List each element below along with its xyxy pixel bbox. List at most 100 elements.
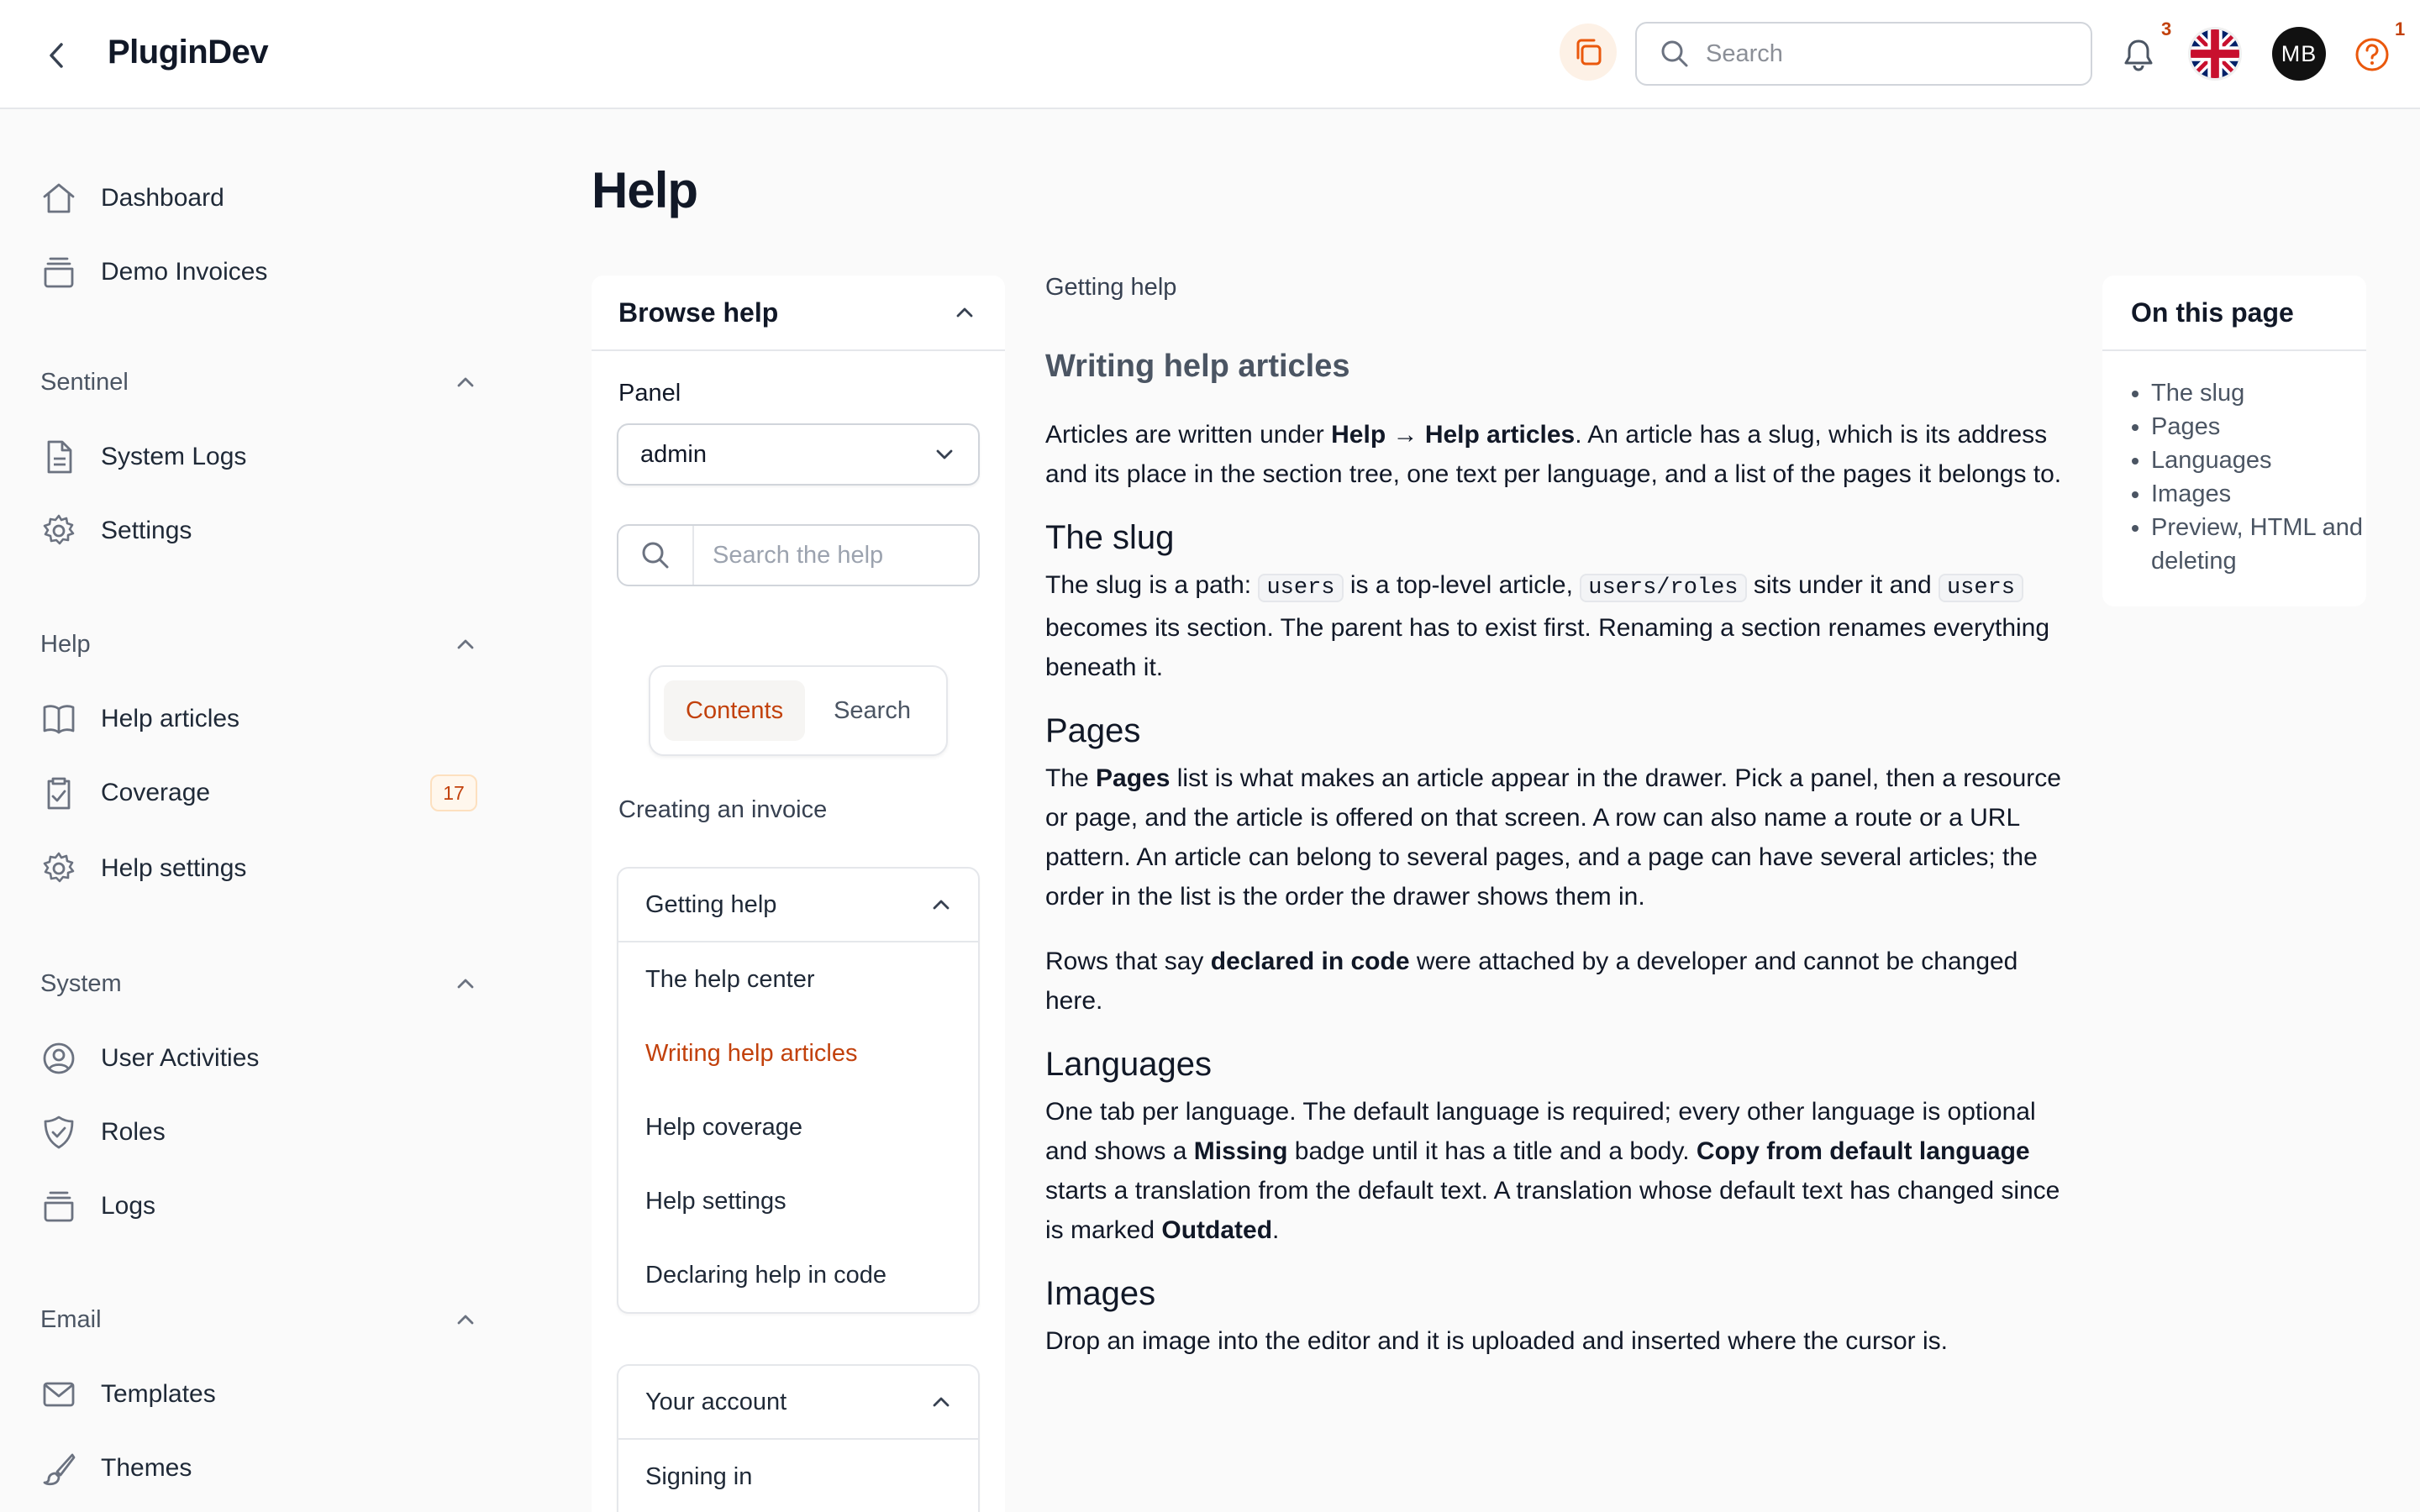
chevron-left-icon bbox=[50, 43, 63, 68]
brand-title[interactable]: PluginDev bbox=[108, 34, 269, 71]
help-search-input[interactable] bbox=[713, 541, 965, 570]
help-item-declaring-help-in-code[interactable]: Declaring help in code bbox=[618, 1238, 978, 1312]
sidebar-item-label: Demo Invoices bbox=[101, 258, 268, 286]
language-switcher[interactable] bbox=[2188, 27, 2242, 81]
sidebar-item-help-articles[interactable]: Help articles bbox=[40, 696, 477, 743]
help-article: Getting help Writing help articles Artic… bbox=[1045, 274, 2070, 1361]
sidebar-group-sentinel[interactable]: Sentinel bbox=[40, 361, 477, 403]
question-circle-icon bbox=[2355, 38, 2389, 71]
sidebar-item-dashboard[interactable]: Dashboard bbox=[40, 175, 477, 222]
sidebar-item-user-activities[interactable]: User Activities bbox=[40, 1035, 477, 1082]
notifications-button[interactable] bbox=[2118, 34, 2160, 76]
chevron-up-icon bbox=[457, 639, 474, 649]
help-section-title: Getting help bbox=[645, 890, 777, 918]
chevron-up-icon bbox=[933, 1397, 950, 1407]
sidebar-item-label: Roles bbox=[101, 1118, 166, 1146]
sidebar-item-settings[interactable]: Settings bbox=[40, 507, 477, 554]
help-item-signing-in[interactable]: Signing in bbox=[618, 1440, 978, 1512]
toc-item-pages[interactable]: Pages bbox=[2151, 410, 2366, 444]
article-title: Writing help articles bbox=[1045, 349, 1350, 384]
panel-label: Panel bbox=[618, 380, 681, 407]
tab-contents[interactable]: Contents bbox=[664, 680, 806, 741]
copy-button[interactable] bbox=[1560, 24, 1617, 81]
sidebar-item-label: Coverage bbox=[101, 779, 211, 806]
home-icon bbox=[40, 180, 77, 217]
article-intro: Articles are written under Help → Help a… bbox=[1045, 421, 2062, 488]
help-section-header[interactable]: Getting help bbox=[618, 869, 978, 942]
browse-mode-tabs: Contents Search bbox=[649, 665, 948, 756]
help-item-the-help-center[interactable]: The help center bbox=[618, 942, 978, 1016]
help-section-your-account: Your account Signing in bbox=[617, 1364, 980, 1512]
panel-select[interactable]: admin bbox=[617, 423, 980, 486]
sidebar-item-themes[interactable]: Themes bbox=[40, 1445, 477, 1492]
sidebar-group-label: Email bbox=[40, 1305, 102, 1333]
sidebar-group-label: Help bbox=[40, 630, 91, 658]
sidebar-group-email[interactable]: Email bbox=[40, 1299, 477, 1341]
sidebar-group-system[interactable]: System bbox=[40, 963, 477, 1005]
pages-paragraph: The Pages list is what makes an article … bbox=[1045, 764, 2061, 911]
help-item-help-coverage[interactable]: Help coverage bbox=[618, 1090, 978, 1164]
sidebar-item-label: User Activities bbox=[101, 1044, 260, 1072]
sidebar-group-label: Sentinel bbox=[40, 368, 129, 396]
sidebar-group-help[interactable]: Help bbox=[40, 623, 477, 665]
archive-icon bbox=[40, 1188, 77, 1225]
top-bar: PluginDev 3 MB bbox=[0, 0, 2420, 109]
toc-item-images[interactable]: Images bbox=[2151, 477, 2366, 511]
global-search[interactable] bbox=[1635, 22, 2092, 86]
uk-flag-icon bbox=[2191, 29, 2239, 78]
sidebar-item-label: Templates bbox=[101, 1380, 216, 1408]
toc-item-the-slug[interactable]: The slug bbox=[2151, 376, 2366, 410]
help-section-title: Your account bbox=[645, 1388, 787, 1415]
help-search[interactable] bbox=[617, 524, 980, 586]
chevron-down-icon bbox=[936, 449, 953, 459]
sidebar-item-label: System Logs bbox=[101, 443, 247, 470]
help-item-help-settings[interactable]: Help settings bbox=[618, 1164, 978, 1238]
panel-select-value: admin bbox=[640, 440, 707, 468]
clipboard-check-icon bbox=[40, 774, 77, 811]
sidebar-item-logs[interactable]: Logs bbox=[40, 1183, 477, 1230]
pages-paragraph-2: Rows that say declared in code were atta… bbox=[1045, 948, 2018, 1015]
sidebar-item-help-settings[interactable]: Help settings bbox=[40, 845, 477, 892]
bell-icon bbox=[2124, 39, 2153, 71]
global-search-input[interactable] bbox=[1706, 39, 2075, 68]
images-paragraph: Drop an image into the editor and it is … bbox=[1045, 1327, 1948, 1355]
sidebar-item-demo-invoices[interactable]: Demo Invoices bbox=[40, 249, 477, 296]
paintbrush-icon bbox=[40, 1450, 77, 1487]
help-button[interactable] bbox=[2351, 34, 2393, 76]
sidebar-item-label: Help articles bbox=[101, 705, 240, 732]
sidebar-item-label: Dashboard bbox=[101, 184, 224, 212]
shield-check-icon bbox=[40, 1114, 77, 1151]
chevron-up-icon bbox=[457, 979, 474, 989]
back-button[interactable] bbox=[39, 37, 76, 74]
sidebar: Dashboard Demo Invoices Sentinel System … bbox=[0, 109, 521, 1512]
chevron-up-icon bbox=[956, 307, 973, 318]
document-icon bbox=[40, 438, 77, 475]
sidebar-item-coverage[interactable]: Coverage 17 bbox=[40, 769, 477, 816]
help-section-header[interactable]: Your account bbox=[618, 1366, 978, 1440]
gear-icon bbox=[40, 512, 77, 549]
sidebar-item-templates[interactable]: Templates bbox=[40, 1371, 477, 1418]
gear-icon bbox=[40, 850, 77, 887]
sidebar-item-roles[interactable]: Roles bbox=[40, 1109, 477, 1156]
user-avatar[interactable]: MB bbox=[2272, 27, 2326, 81]
toc-list: The slug Pages Languages Images Preview,… bbox=[2102, 351, 2366, 578]
browse-help-title: Browse help bbox=[618, 297, 779, 328]
toc-title: On this page bbox=[2102, 276, 2366, 351]
heading-the-slug: The slug bbox=[1045, 519, 1175, 556]
sidebar-group-label: System bbox=[40, 969, 122, 997]
tab-search[interactable]: Search bbox=[812, 680, 933, 741]
help-item-writing-help-articles[interactable]: Writing help articles bbox=[618, 1016, 978, 1090]
toc-item-preview-html-deleting[interactable]: Preview, HTML and deleting bbox=[2151, 511, 2366, 578]
breadcrumb[interactable]: Getting help bbox=[1045, 274, 2070, 302]
copy-icon bbox=[1576, 39, 1602, 66]
browse-help-panel: Browse help Panel admin Contents Search … bbox=[592, 276, 1005, 1512]
coverage-count-badge: 17 bbox=[430, 774, 477, 811]
on-this-page: On this page The slug Pages Languages Im… bbox=[2102, 276, 2366, 606]
toc-item-languages[interactable]: Languages bbox=[2151, 444, 2366, 477]
sidebar-item-system-logs[interactable]: System Logs bbox=[40, 433, 477, 480]
archive-icon bbox=[40, 254, 77, 291]
chevron-up-icon bbox=[457, 377, 474, 387]
heading-images: Images bbox=[1045, 1275, 1156, 1312]
help-item-creating-an-invoice[interactable]: Creating an invoice bbox=[618, 796, 827, 824]
browse-help-header[interactable]: Browse help bbox=[592, 276, 1005, 351]
